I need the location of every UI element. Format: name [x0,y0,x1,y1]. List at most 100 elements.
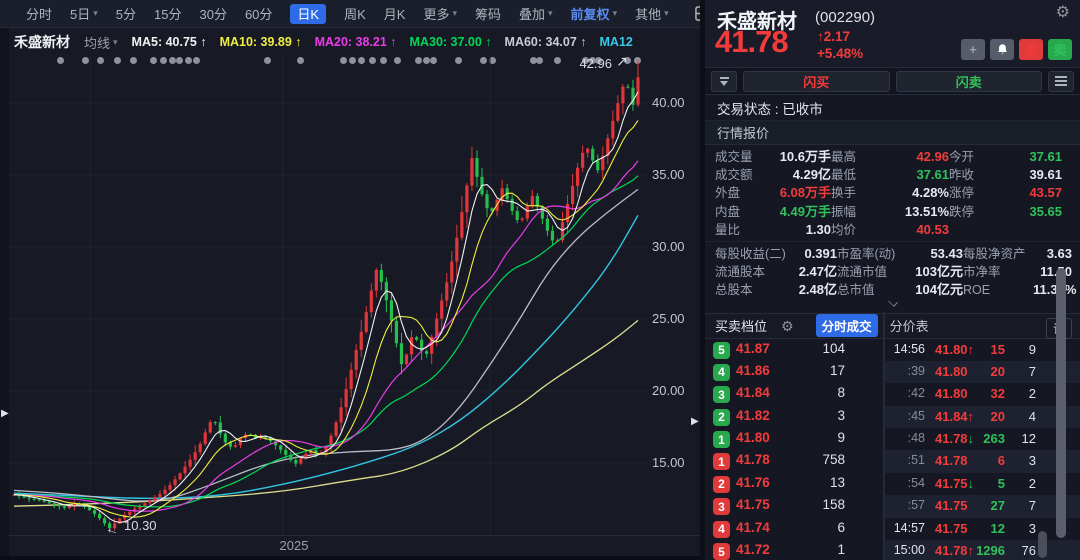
field-label: 最高 [831,148,873,166]
add-to-watchlist-button[interactable]: + [961,39,985,60]
tab-price-table[interactable]: 分价表 [890,316,929,335]
tick-count: 2 [1029,386,1036,401]
ask-level-4[interactable]: 441.8617 [705,361,883,383]
tick-volume: 20 [991,364,1005,379]
tick-row: :3941.80207 [885,361,1080,383]
time-sales-scrollbar-thumb[interactable] [1038,531,1047,558]
x-axis-year-label: 2025 [272,538,316,553]
level-price: 41.74 [736,520,770,535]
field-value: 37.61 [873,166,949,184]
toolbar-item-周K[interactable]: 周K [344,4,366,24]
field-label: 最低 [831,166,873,184]
field-value: 40.53 [873,221,949,239]
toolbar-item-前复权[interactable]: 前复权▾ [571,4,618,24]
ask-level-3[interactable]: 341.848 [705,383,883,405]
tick-volume: 1296 [976,543,1005,558]
order-book-title: 买卖档位 [715,316,767,335]
flash-buy-button[interactable]: 闪买 [743,71,890,92]
tick-volume: 5 [998,476,1005,491]
field-label: 每股收益(二) [715,245,787,263]
field-label: 昨收 [949,166,989,184]
bid-level-2[interactable]: 241.7613 [705,473,883,495]
flash-sell-button[interactable]: 闪卖 [896,71,1043,92]
level-price: 41.87 [736,341,770,356]
ask-level-1[interactable]: 141.809 [705,428,883,450]
level-volume: 758 [822,452,845,467]
toolbar-item-日K[interactable]: 日K [290,4,326,24]
bell-icon [996,43,1009,56]
tick-row: :4541.84↑204 [885,406,1080,428]
buy-level-badge: 2 [713,476,730,493]
buy-level-badge: 1 [713,453,730,470]
ask-level-5[interactable]: 541.87104 [705,339,883,361]
tick-price: 41.75 [935,521,968,536]
level-volume: 17 [830,363,845,378]
field-value: 42.96 [873,148,949,166]
tick-price: 41.75↓ [935,476,974,491]
ask-level-2[interactable]: 241.823 [705,406,883,428]
y-axis-tick: 35.00 [652,167,698,182]
tick-row: :5741.75277 [885,495,1080,517]
field-value: 3.63 [1033,245,1072,263]
alert-bell-button[interactable] [990,39,1014,60]
toolbar-item-分时[interactable]: 分时 [26,4,52,24]
bid-level-5[interactable]: 541.721 [705,540,883,560]
toolbar-item-筹码[interactable]: 筹码 [475,4,501,24]
tick-volume: 32 [991,386,1005,401]
field-label: ROE [963,281,1033,299]
chevron-down-icon: ▾ [664,8,669,19]
sell-button[interactable]: 卖 [1048,39,1072,60]
menu-button[interactable] [1048,71,1074,92]
candlestick-chart[interactable] [0,28,703,556]
y-axis-tick: 40.00 [652,95,698,110]
field-value: 0.391 [787,245,837,263]
tick-time: :39 [885,364,925,378]
level-price: 41.78 [736,452,770,467]
level-volume: 9 [837,430,845,445]
level-volume: 3 [837,408,845,423]
toolbar-item-更多[interactable]: 更多▾ [423,4,457,24]
tick-time: 14:56 [885,342,925,356]
last-price: 41.78 [715,24,788,60]
field-label: 流通市值 [837,263,899,281]
field-label: 均价 [831,221,873,239]
field-value: 104亿元 [899,281,963,299]
chevron-down-icon: ▾ [613,8,618,19]
field-label: 每股净资产 [963,245,1033,263]
bid-level-1[interactable]: 1 41.78 758 [705,450,883,472]
expand-right-panel-arrow[interactable]: ▶ [691,417,699,427]
tick-price: 41.80↑ [935,342,974,357]
period-low-annotation: 10.30 [124,518,157,533]
toolbar-item-其他[interactable]: 其他▾ [635,4,669,24]
bid-level-4[interactable]: 441.746 [705,518,883,540]
toolbar-item-15分[interactable]: 15分 [154,4,181,24]
field-label: 市盈率(动) [837,245,899,263]
y-axis-tick: 20.00 [652,383,698,398]
collapse-panel-button[interactable] [711,71,737,92]
toolbar-item-5日[interactable]: 5日▾ [70,4,98,24]
level-price: 41.75 [736,497,770,512]
time-sales-list[interactable]: 14:5641.80↑159:3941.80207:4241.80322:454… [885,339,1080,560]
field-label: 涨停 [949,184,989,202]
field-value: 6.08万手 [767,184,831,202]
sell-level-badge: 5 [713,342,730,359]
stock-header: 禾盛新材 (002290) ⚙ 41.78 ↑2.17 +5.48% + 买 卖 [705,0,1080,68]
tick-row: :4841.78↓26312 [885,428,1080,450]
main-scrollbar-thumb[interactable] [1056,268,1066,538]
panel-settings-gear-icon[interactable]: ⚙ [1056,5,1070,21]
toolbar-item-5分[interactable]: 5分 [116,4,136,24]
expand-left-panel-arrow[interactable]: ▶ [1,409,9,419]
tick-price: 41.78 [935,453,968,468]
toolbar-item-月K[interactable]: 月K [384,4,406,24]
toolbar-item-30分[interactable]: 30分 [199,4,226,24]
tab-time-sales[interactable]: 分时成交 [816,314,878,337]
expand-more-chevron[interactable] [705,302,1080,313]
toolbar-item-叠加[interactable]: 叠加▾ [519,4,553,24]
finance-grid: 每股收益(二)0.391市盈率(动)53.43每股净资产3.63流通股本2.47… [705,242,1080,302]
field-value: 43.57 [989,184,1062,202]
bid-level-3[interactable]: 341.75158 [705,495,883,517]
quick-action-buttons: + 买 卖 [961,39,1072,60]
buy-button[interactable]: 买 [1019,39,1043,60]
book-settings-gear-icon[interactable]: ⚙ [781,319,794,333]
toolbar-item-60分[interactable]: 60分 [245,4,272,24]
